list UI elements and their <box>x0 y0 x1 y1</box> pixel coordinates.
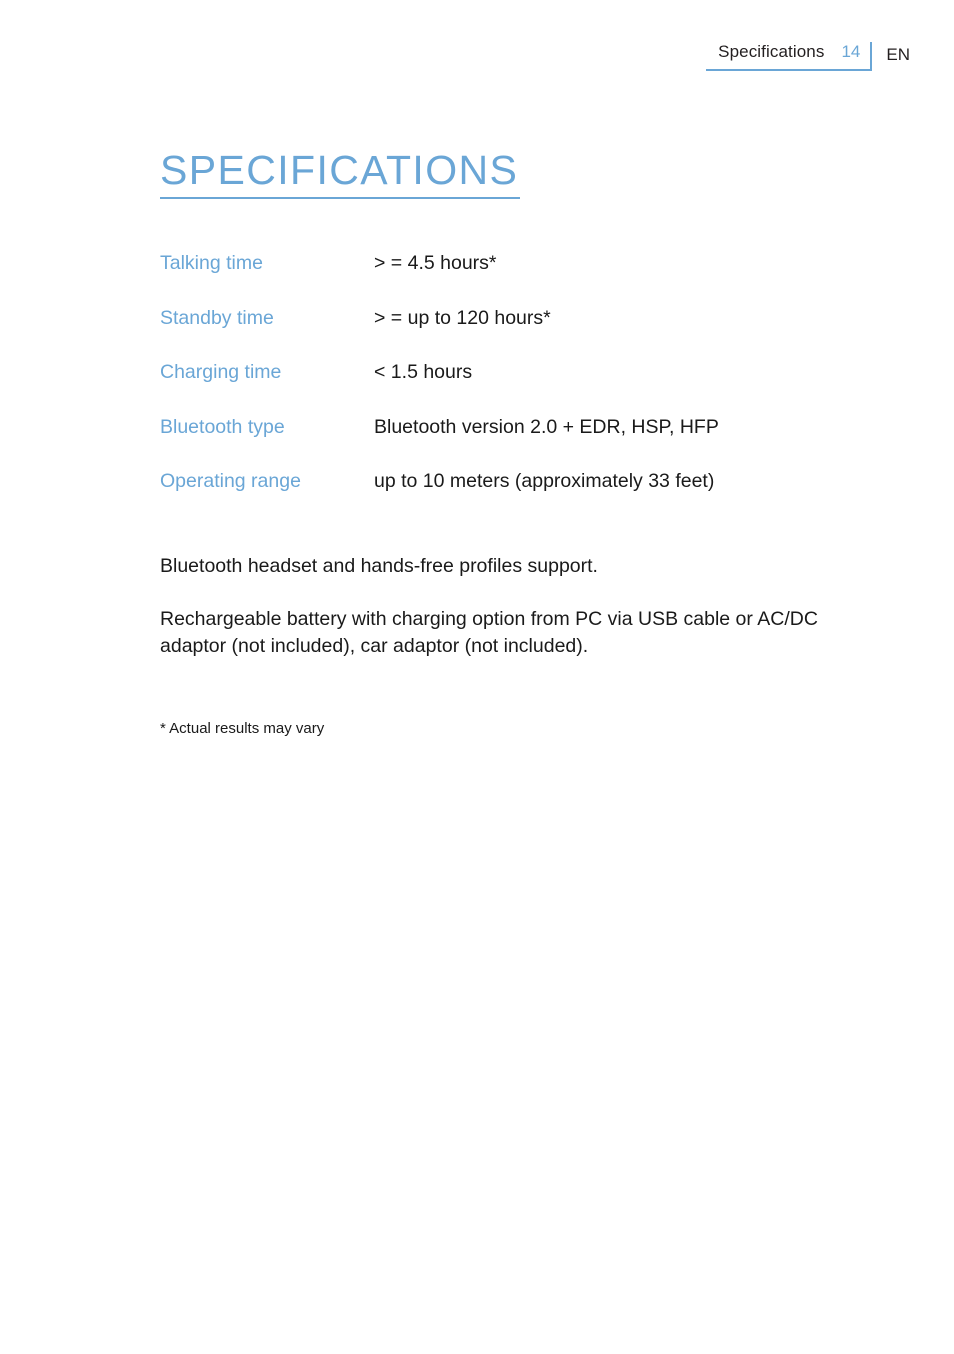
table-row: Standby time > = up to 120 hours* <box>160 306 860 361</box>
page-number: 14 <box>841 42 861 61</box>
header-section-title: Specifications <box>718 42 825 61</box>
spec-label: Talking time <box>160 252 263 274</box>
footnote: * Actual results may vary <box>160 720 325 737</box>
spec-value: up to 10 meters (approximately 33 feet) <box>374 470 715 492</box>
spec-value: > = 4.5 hours* <box>374 252 497 274</box>
page-title: SPECIFICATIONS <box>160 147 519 193</box>
table-row: Charging time < 1.5 hours <box>160 360 860 415</box>
table-row: Bluetooth type Bluetooth version 2.0 + E… <box>160 415 860 470</box>
body-copy: Bluetooth headset and hands-free profile… <box>160 553 860 660</box>
table-row: Talking time > = 4.5 hours* <box>160 251 860 306</box>
spec-label: Operating range <box>160 470 301 492</box>
title-underline-rule <box>160 197 520 199</box>
body-paragraph: Bluetooth headset and hands-free profile… <box>160 555 598 577</box>
spec-value: Bluetooth version 2.0 + EDR, HSP, HFP <box>374 415 719 438</box>
body-paragraph: Rechargeable battery with charging optio… <box>160 608 818 657</box>
page-title-block: SPECIFICATIONS <box>160 148 520 199</box>
spec-label: Charging time <box>160 361 282 383</box>
table-row: Operating range up to 10 meters (approxi… <box>160 469 860 524</box>
header-language-code: EN <box>886 45 910 64</box>
spec-label: Bluetooth type <box>160 415 285 438</box>
header-rule-group: Specifications 14 <box>706 42 873 71</box>
spec-value: > = up to 120 hours* <box>374 306 551 329</box>
spec-value: < 1.5 hours <box>374 361 473 383</box>
page-header: Specifications 14 EN <box>706 41 910 71</box>
spec-label: Standby time <box>160 306 274 329</box>
specifications-table: Talking time > = 4.5 hours* Standby time… <box>160 251 860 524</box>
